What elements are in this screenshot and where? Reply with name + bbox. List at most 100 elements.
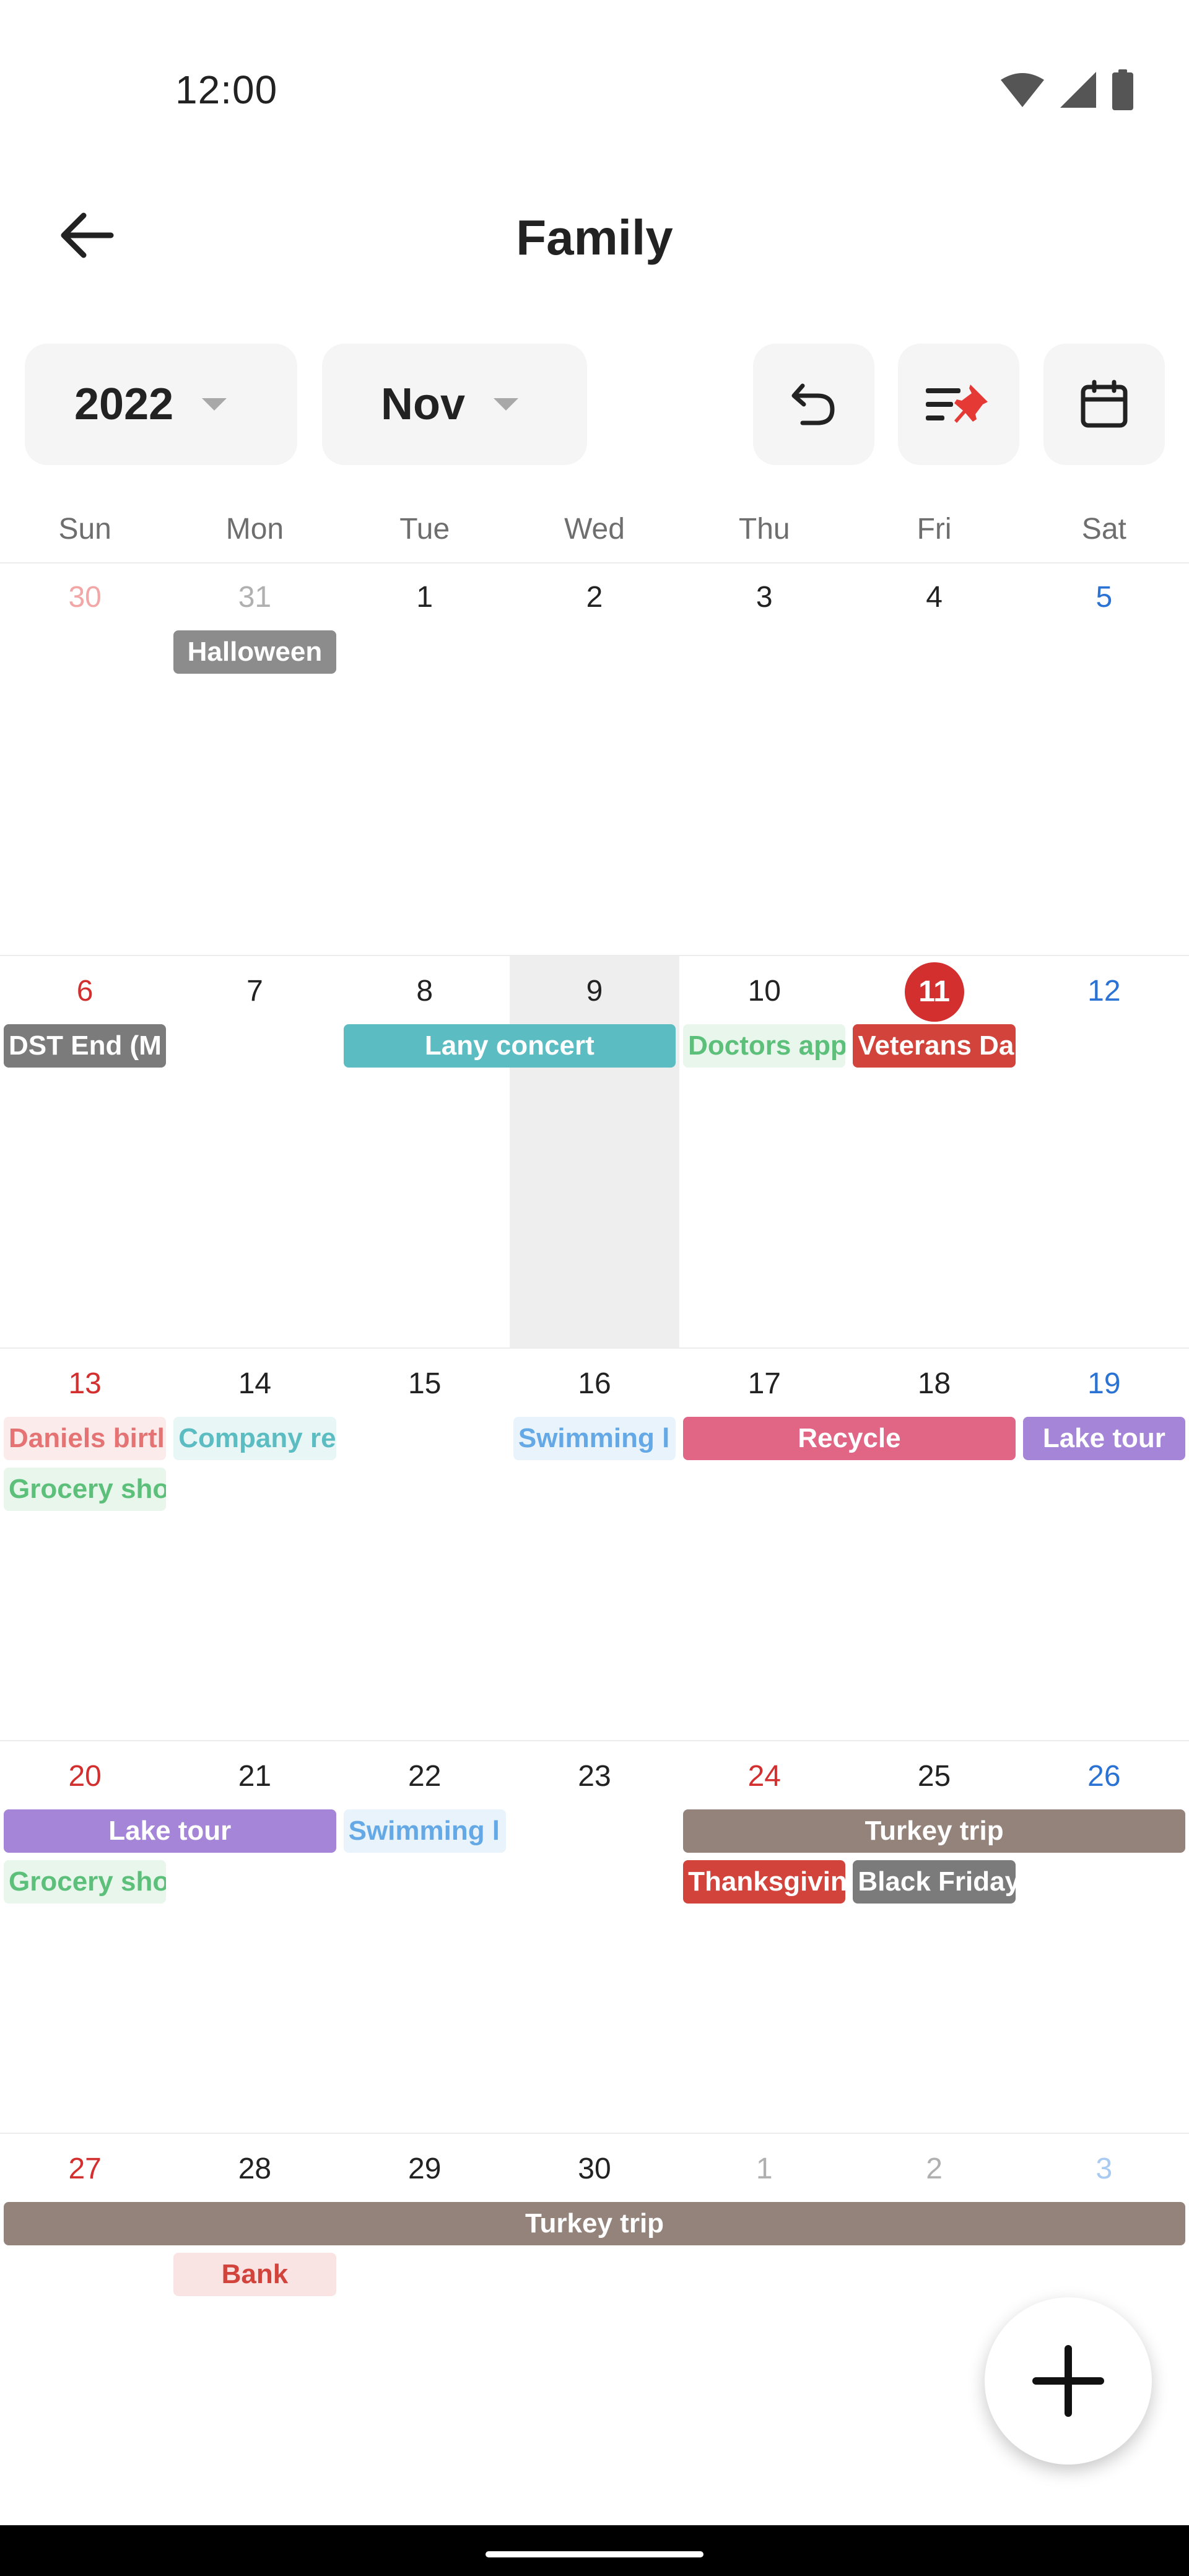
plus-icon [1032,2345,1104,2417]
event-chip[interactable]: Doctors app [683,1024,846,1068]
add-event-button[interactable] [985,2297,1152,2465]
week-row: 6 7 8 9 10 11 12 DST End (M Lany concert Doctors … [0,955,1189,1349]
signal-icon [1060,72,1096,108]
day-cell[interactable]: 22 [340,1741,510,2134]
day-number: 12 [1087,975,1121,1007]
event-chip[interactable]: Veterans Da [853,1024,1016,1068]
event-chip[interactable]: Company re [173,1417,336,1460]
day-number: 29 [408,2152,442,2185]
day-number: 30 [578,2152,611,2185]
day-cell[interactable]: 27 [0,2134,170,2526]
day-cell[interactable]: 3 [679,562,849,955]
day-number: 30 [68,581,102,614]
event-chip[interactable]: Thanksgivin [683,1860,846,1904]
day-cell[interactable]: 1 [679,2134,849,2526]
day-cell[interactable]: 25 [849,1741,1019,2134]
day-cell[interactable]: 31 [170,562,339,955]
week-row: 13 14 15 16 17 18 19 Daniels birtl Company re Swi… [0,1347,1189,1740]
day-number: 8 [416,975,433,1007]
event-chip[interactable]: DST End (M [4,1024,167,1068]
week-row: 30 31 1 2 3 4 5 Halloween [0,562,1189,955]
weekday-sat: Sat [1081,513,1126,546]
event-chip[interactable]: Lany concert [343,1024,676,1068]
day-cell[interactable]: 9 [509,956,680,1349]
day-cell[interactable]: 19 [1019,1349,1189,1741]
day-cell[interactable]: 30 [0,562,170,955]
day-number: 21 [238,1760,272,1793]
day-cell[interactable]: 11 [849,956,1019,1349]
event-chip[interactable]: Lake tour [4,1809,336,1853]
weekday-wed: Wed [564,513,625,546]
day-cell[interactable]: 2 [510,562,679,955]
day-number: 1 [756,2152,773,2185]
event-chip[interactable]: Bank [173,2253,336,2296]
day-number: 15 [408,1367,442,1400]
event-chip[interactable]: Halloween [173,630,336,674]
year-dropdown[interactable]: 2022 [25,344,297,465]
event-chip[interactable]: Recycle [683,1417,1016,1460]
day-cell[interactable]: 23 [510,1741,679,2134]
event-chip[interactable]: Grocery sho [4,1860,167,1904]
calendar-view-button[interactable] [1043,344,1165,465]
day-cell[interactable]: 28 [170,2134,339,2526]
undo-icon [791,383,835,425]
weekday-thu: Thu [738,513,790,546]
day-cell[interactable]: 20 [0,1741,170,2134]
year-label: 2022 [74,380,174,429]
day-cell[interactable]: 4 [849,562,1019,955]
day-number: 25 [917,1760,951,1793]
month-dropdown[interactable]: Nov [322,344,587,465]
home-handle[interactable] [486,2551,703,2557]
weekday-fri: Fri [917,513,952,546]
sort-pin-button[interactable] [898,344,1019,465]
day-number: 23 [578,1760,611,1793]
day-cell[interactable]: 6 [0,956,170,1349]
page-title: Family [516,210,673,265]
event-chip[interactable]: Swimming l [343,1809,506,1853]
day-cell[interactable]: 7 [170,956,339,1349]
day-number: 9 [586,975,603,1007]
event-chip[interactable]: Swimming l [513,1417,676,1460]
day-cell[interactable]: 15 [340,1349,510,1741]
day-number: 31 [238,581,272,614]
event-chip[interactable]: Daniels birtl [4,1417,167,1460]
day-cell[interactable]: 2 [849,2134,1019,2526]
sort-pin-icon [926,385,988,423]
day-number: 2 [586,581,603,614]
weekday-sun: Sun [58,513,111,546]
caret-down-icon [202,398,227,411]
weekday-header: Sun Mon Tue Wed Thu Fri Sat [0,508,1189,564]
day-cell[interactable]: 21 [170,1741,339,2134]
day-cell[interactable]: 5 [1019,562,1189,955]
day-number: 26 [1087,1760,1121,1793]
event-chip[interactable]: Turkey trip [683,1809,1185,1853]
today-day-number: 11 [904,962,964,1022]
day-cell[interactable]: 30 [510,2134,679,2526]
day-cell[interactable]: 12 [1019,956,1189,1349]
event-chip[interactable]: Turkey trip [4,2202,1185,2245]
day-cell[interactable]: 13 [0,1349,170,1741]
system-nav-bar [0,2525,1189,2576]
day-number: 28 [238,2152,272,2185]
week-row: 20 21 22 23 24 25 26 Lake tour Swimming l Turkey … [0,1740,1189,2133]
day-cell[interactable]: 8 [340,956,510,1349]
day-cell[interactable]: 18 [849,1349,1019,1741]
undo-button[interactable] [753,344,874,465]
day-cell[interactable]: 1 [340,562,510,955]
day-cell[interactable]: 17 [679,1349,849,1741]
day-cell[interactable]: 26 [1019,1741,1189,2134]
day-number: 7 [246,975,263,1007]
day-cell[interactable]: 16 [510,1349,679,1741]
event-chip[interactable]: Black Friday [853,1860,1016,1904]
event-chip[interactable]: Lake tour [1022,1417,1185,1460]
day-cell[interactable]: 24 [679,1741,849,2134]
day-cell[interactable]: 29 [340,2134,510,2526]
status-bar: 12:00 [0,0,1189,161]
day-cell[interactable]: 14 [170,1349,339,1741]
day-cell[interactable]: 10 [679,956,849,1349]
day-number: 22 [408,1760,442,1793]
month-grid: 30 31 1 2 3 4 5 Halloween 6 7 8 9 10 11 12 DST End (M La… [0,562,1189,2525]
day-number: 3 [1095,2152,1113,2185]
app-bar: Family [0,186,1189,285]
event-chip[interactable]: Grocery sho [4,1468,167,1511]
